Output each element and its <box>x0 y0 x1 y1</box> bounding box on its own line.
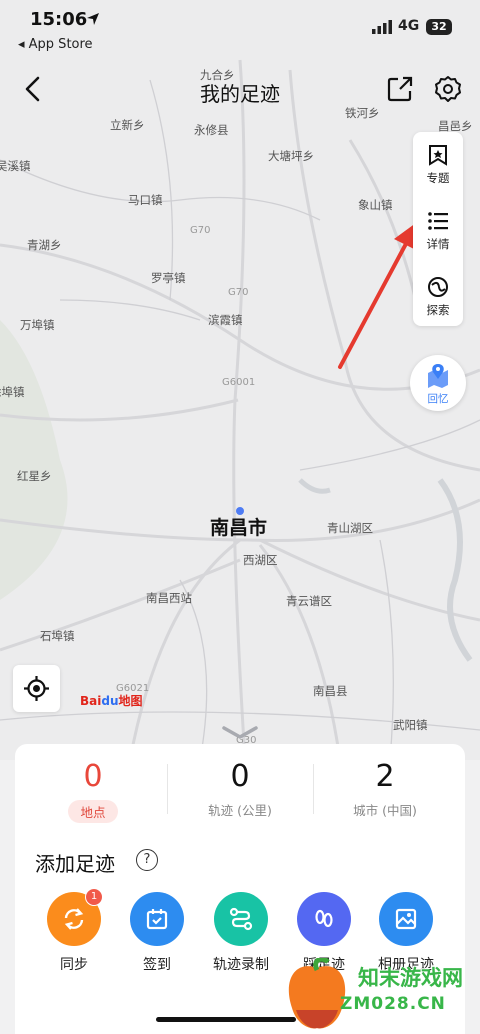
stat-places[interactable]: 0 地点 <box>23 758 163 823</box>
memory-icon <box>428 364 448 388</box>
map-place: 南昌县 <box>313 684 348 698</box>
map-road-label: G6001 <box>222 377 256 388</box>
side-panel: 专题 详情 探索 <box>413 132 463 326</box>
watermark-url: ZM028.CN <box>340 994 446 1014</box>
gear-icon[interactable] <box>434 75 462 103</box>
share-icon[interactable] <box>386 75 414 103</box>
stat-caption: 地点 <box>68 800 118 823</box>
divider <box>167 764 168 814</box>
map-place: 南昌西站 <box>146 591 192 605</box>
side-item-explore[interactable]: 探索 <box>413 266 463 326</box>
stat-caption: 轨迹 (公里) <box>208 803 272 818</box>
baidu-map-logo: Baidu地图 <box>80 694 143 708</box>
map-place: 石埠镇 <box>40 629 75 643</box>
action-route-record[interactable]: 轨迹录制 <box>206 892 276 974</box>
action-icon-circle <box>379 892 433 946</box>
map-place: 大塘坪乡 <box>268 149 314 163</box>
action-sync[interactable]: 1 同步 <box>39 888 109 974</box>
crosshair-icon <box>24 676 49 701</box>
signal-icon <box>372 20 392 34</box>
map-place: 马口镇 <box>128 193 163 207</box>
map-place: 吴溪镇 <box>0 159 31 173</box>
location-arrow-icon <box>87 13 99 25</box>
side-item-topic[interactable]: 专题 <box>413 134 463 194</box>
map-place: 青湖乡 <box>27 238 62 252</box>
notification-badge: 1 <box>85 888 103 906</box>
action-icon-circle <box>214 892 268 946</box>
explore-icon <box>428 277 448 297</box>
stat-tracks[interactable]: 0 轨迹 (公里) <box>170 758 310 819</box>
nav-bar: 我的足迹 <box>0 66 480 114</box>
city-label: 南昌市 <box>210 517 268 539</box>
album-icon <box>395 908 417 930</box>
status-time: 15:06 <box>30 9 88 30</box>
sync-icon <box>64 908 84 930</box>
map-place: 青云谱区 <box>286 594 332 608</box>
stat-value: 2 <box>375 759 395 794</box>
site-watermark: 知末游戏网 ZM028.CN <box>278 948 478 1034</box>
map-road-label: G70 <box>228 287 249 298</box>
map-view[interactable]: 九合乡 铁河乡 昌邑乡 立新乡 永修县 大塘坪乡 吴溪镇 马口镇 象山镇 青湖乡… <box>0 0 480 760</box>
map-place: 罗亭镇 <box>151 271 186 285</box>
side-item-details[interactable]: 详情 <box>413 200 463 260</box>
map-place: 立新乡 <box>110 118 145 132</box>
map-place: 青山湖区 <box>327 521 373 535</box>
checkin-icon <box>146 909 168 930</box>
map-place: 象山镇 <box>358 198 393 212</box>
map-place: 武阳镇 <box>393 718 428 732</box>
help-icon[interactable]: ? <box>136 849 158 871</box>
action-icon-circle <box>130 892 184 946</box>
map-place: 红星乡 <box>17 469 52 483</box>
list-icon <box>428 212 448 230</box>
add-footprint-title: 添加足迹 <box>35 852 115 876</box>
map-place: 滨霞镇 <box>208 313 243 327</box>
back-to-app-link[interactable]: ◂ App Store <box>18 37 93 52</box>
memory-button[interactable]: 回忆 <box>410 355 466 411</box>
map-place: 西湖区 <box>243 553 278 567</box>
map-place: 涂埠镇 <box>0 385 25 399</box>
route-icon <box>229 907 253 931</box>
divider <box>313 764 314 814</box>
topic-icon <box>429 145 447 166</box>
map-place: 永修县 <box>194 123 229 137</box>
stat-value: 0 <box>230 759 250 794</box>
network-type: 4G <box>398 18 420 34</box>
chevron-down-icon[interactable] <box>220 724 260 742</box>
map-place: 万埠镇 <box>20 318 55 332</box>
locate-button[interactable] <box>13 665 60 712</box>
stat-value: 0 <box>83 759 103 794</box>
home-indicator <box>156 1017 296 1022</box>
stat-cities[interactable]: 2 城市 (中国) <box>315 758 455 819</box>
action-icon-circle: 1 <box>47 888 103 946</box>
stat-caption: 城市 (中国) <box>353 803 417 818</box>
status-bar: 15:06 ◂ App Store 4G 32 <box>0 0 480 60</box>
battery-icon: 32 <box>426 19 452 35</box>
action-icon-circle <box>297 892 351 946</box>
footprint-icon <box>315 909 333 928</box>
watermark-text: 知末游戏网 <box>358 966 463 990</box>
action-checkin[interactable]: 签到 <box>122 892 192 974</box>
map-road-label: G70 <box>190 225 211 236</box>
